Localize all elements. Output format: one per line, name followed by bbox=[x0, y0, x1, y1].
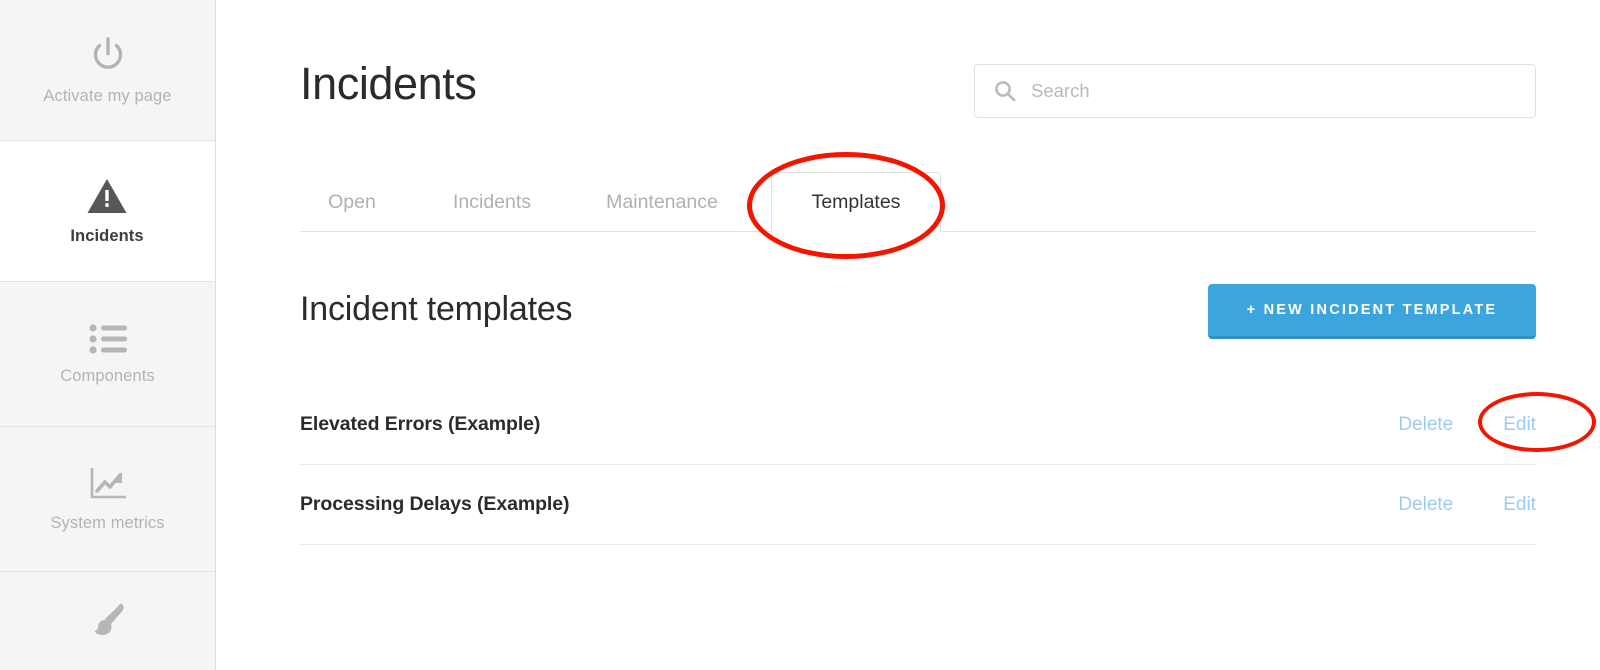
search-box[interactable] bbox=[974, 64, 1536, 118]
tab-label: Incidents bbox=[452, 190, 532, 213]
warning-triangle-icon bbox=[86, 177, 128, 215]
app-root: Activate my page Incidents Components Sy… bbox=[0, 0, 1600, 670]
delete-link[interactable]: Delete bbox=[1398, 414, 1453, 436]
main-content: Incidents Open Incidents Maintenance Tem… bbox=[216, 0, 1600, 670]
tab-open[interactable]: Open bbox=[300, 172, 404, 232]
sidebar-item-label: System metrics bbox=[50, 514, 165, 533]
incident-template-list: Elevated Errors (Example) Delete Edit Pr… bbox=[300, 385, 1536, 545]
sidebar-item-incidents[interactable]: Incidents bbox=[0, 141, 215, 282]
row-actions: Delete Edit bbox=[1398, 414, 1536, 436]
tab-maintenance[interactable]: Maintenance bbox=[580, 172, 744, 232]
page-title: Incidents bbox=[300, 58, 477, 109]
paintbrush-icon bbox=[86, 600, 130, 642]
sidebar: Activate my page Incidents Components Sy… bbox=[0, 0, 216, 670]
sidebar-item-label: Incidents bbox=[70, 227, 144, 246]
power-icon bbox=[88, 35, 128, 75]
new-incident-template-button[interactable]: + New incident template bbox=[1208, 284, 1536, 339]
sidebar-item-customize[interactable] bbox=[0, 572, 215, 670]
sidebar-item-activate-my-page[interactable]: Activate my page bbox=[0, 0, 215, 141]
edit-link[interactable]: Edit bbox=[1503, 414, 1536, 436]
sidebar-item-label: Components bbox=[60, 367, 155, 386]
list-icon bbox=[88, 323, 127, 355]
tab-label: Templates bbox=[811, 190, 901, 213]
sidebar-item-label: Activate my page bbox=[43, 87, 172, 106]
tab-label: Open bbox=[328, 190, 376, 213]
table-row: Elevated Errors (Example) Delete Edit bbox=[300, 385, 1536, 465]
row-actions: Delete Edit bbox=[1398, 494, 1536, 516]
template-name: Processing Delays (Example) bbox=[300, 493, 570, 515]
sidebar-item-components[interactable]: Components bbox=[0, 282, 215, 427]
tab-templates[interactable]: Templates bbox=[771, 172, 941, 232]
sidebar-item-system-metrics[interactable]: System metrics bbox=[0, 427, 215, 572]
search-icon bbox=[994, 80, 1016, 102]
delete-link[interactable]: Delete bbox=[1398, 494, 1453, 516]
edit-link[interactable]: Edit bbox=[1503, 494, 1536, 516]
chart-line-icon bbox=[88, 466, 128, 502]
tab-incidents[interactable]: Incidents bbox=[428, 172, 556, 232]
tab-label: Maintenance bbox=[606, 190, 718, 213]
table-row: Processing Delays (Example) Delete Edit bbox=[300, 465, 1536, 545]
tab-bar: Open Incidents Maintenance Templates bbox=[300, 172, 1536, 232]
search-input[interactable] bbox=[1029, 79, 1509, 103]
template-name: Elevated Errors (Example) bbox=[300, 413, 541, 435]
section-title: Incident templates bbox=[300, 290, 573, 328]
